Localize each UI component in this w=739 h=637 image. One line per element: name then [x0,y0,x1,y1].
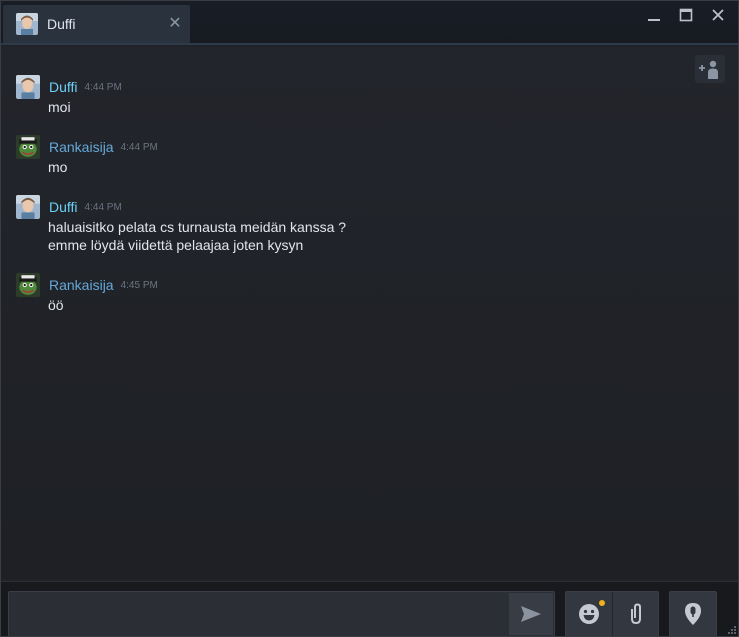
maximize-button[interactable] [670,5,702,25]
message-input[interactable] [8,591,555,637]
timestamp: 4:45 PM [120,279,158,291]
timestamp: 4:44 PM [84,201,122,213]
attachment-icon [630,603,641,625]
maximize-icon [679,8,693,22]
attach-button[interactable] [612,592,658,636]
message-text: emme löydä viidettä pelaajaa joten kysyn [48,237,304,253]
rankaisija-avatar-icon [16,273,40,297]
duffi-avatar-icon [16,13,38,35]
minimize-icon [648,19,660,21]
message-group: Duffi 4:44 PM moi [16,75,122,116]
emoji-attach-group [565,591,659,637]
composer [1,581,738,637]
avatar[interactable] [16,75,40,99]
avatar[interactable] [16,135,40,159]
message-group: Rankaisija 4:45 PM öö [16,273,158,314]
message-group: Rankaisija 4:44 PM mo [16,135,158,176]
message-text: mo [48,159,68,175]
message-text: öö [48,297,64,313]
emoji-button[interactable] [566,592,612,636]
timestamp: 4:44 PM [84,81,122,93]
chat-window: Duffi ✕ Duffi 4:44 PM moi Rankaisija 4:4… [0,0,739,637]
minimize-button[interactable] [638,5,670,25]
avatar [16,13,38,35]
duffi-avatar-icon [16,195,40,219]
message-log: Duffi 4:44 PM moi Rankaisija 4:44 PM mo … [1,47,738,579]
timestamp: 4:44 PM [120,141,158,153]
voice-button[interactable] [670,592,716,636]
add-friend-icon [699,60,718,79]
send-button[interactable] [509,593,553,635]
notification-dot [599,600,605,606]
avatar[interactable] [16,273,40,297]
message-text: haluaisitko pelata cs turnausta meidän k… [48,219,347,235]
rankaisija-avatar-icon [16,135,40,159]
send-icon [521,606,541,622]
close-button[interactable] [702,5,734,25]
close-icon [712,9,724,21]
title-bar: Duffi ✕ [1,1,738,45]
voice-group [669,591,717,637]
sender-name[interactable]: Rankaisija [49,139,114,155]
voice-icon [685,603,701,625]
message-text: moi [48,99,71,115]
duffi-avatar-icon [16,75,40,99]
sender-name[interactable]: Duffi [49,199,78,215]
chat-tab-duffi[interactable]: Duffi ✕ [3,5,190,43]
message-group: Duffi 4:44 PM haluaisitko pelata cs turn… [16,195,347,254]
emoji-icon [579,604,599,624]
window-controls [638,5,734,25]
resize-grip-icon[interactable] [728,626,736,634]
close-icon[interactable]: ✕ [167,16,183,32]
sender-name[interactable]: Duffi [49,79,78,95]
add-friend-button[interactable] [695,55,725,83]
sender-name[interactable]: Rankaisija [49,277,114,293]
avatar[interactable] [16,195,40,219]
tab-title: Duffi [47,16,76,32]
